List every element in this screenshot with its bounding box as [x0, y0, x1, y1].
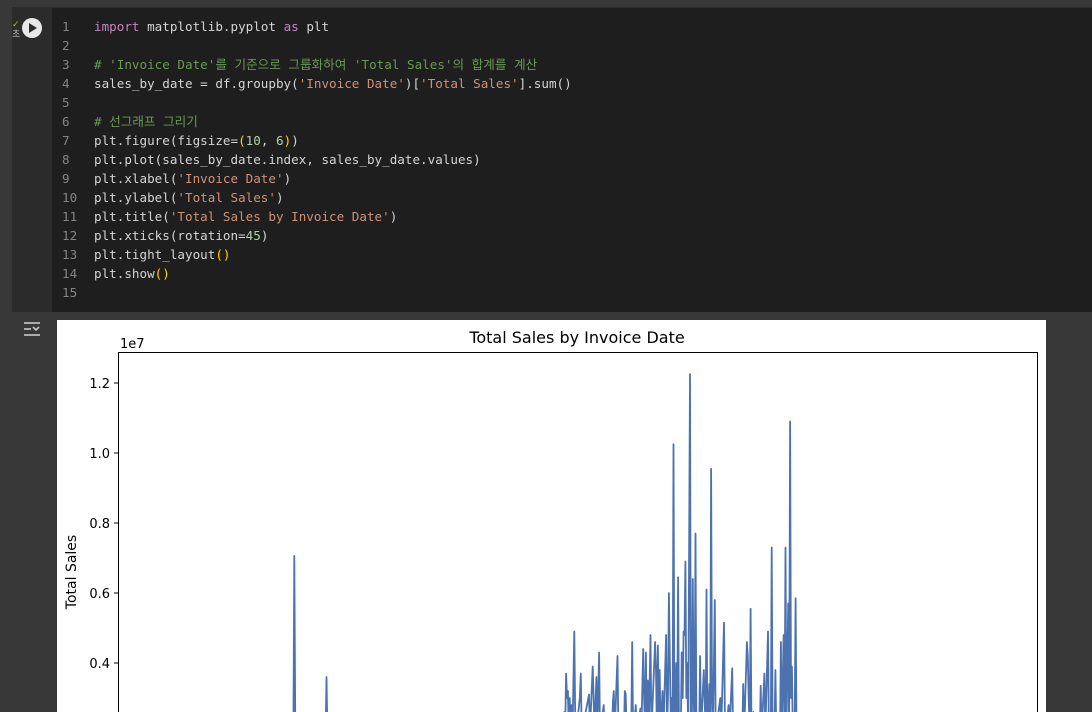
code-text[interactable]: plt.ylabel('Total Sales') — [94, 190, 284, 205]
line-number: 8 — [62, 152, 70, 167]
y-tick-label: 1.2 — [89, 377, 110, 392]
code-line[interactable]: 9 plt.xlabel('Invoice Date') — [52, 169, 1092, 188]
cell-gutter: ✓ 초 — [12, 8, 52, 313]
axes-frame — [118, 352, 1038, 712]
code-line[interactable]: 4 sales_by_date = df.groupby('Invoice Dat… — [52, 74, 1092, 93]
code-text[interactable]: plt.xticks(rotation=45) — [94, 228, 268, 243]
code-line[interactable]: 12 plt.xticks(rotation=45) — [52, 226, 1092, 245]
line-number: 1 — [62, 19, 70, 34]
code-text[interactable]: # 'Invoice Date'를 기준으로 그룹화하여 'Total Sale… — [94, 57, 537, 72]
code-line[interactable]: 11 plt.title('Total Sales by Invoice Date… — [52, 207, 1092, 226]
code-text[interactable]: plt.show() — [94, 266, 170, 281]
line-number: 15 — [62, 285, 78, 300]
code-line[interactable]: 1 import matplotlib.pyplot as plt — [52, 17, 1092, 36]
code-text[interactable]: import matplotlib.pyplot as plt — [94, 19, 329, 34]
check-icon: ✓ — [12, 20, 20, 30]
code-line[interactable]: 13 plt.tight_layout() — [52, 245, 1092, 264]
code-text[interactable]: # 선그래프 그리기 — [94, 114, 198, 129]
code-line[interactable]: 2 — [52, 36, 1092, 55]
code-editor[interactable]: 1 import matplotlib.pyplot as plt 2 3 # 'Inv… — [52, 17, 1092, 302]
line-number: 2 — [62, 38, 70, 53]
code-line[interactable]: 6 # 선그래프 그리기 — [52, 112, 1092, 131]
y-tick-label: 1.0 — [89, 447, 110, 462]
line-number: 7 — [62, 133, 70, 148]
y-tick-label: 0.8 — [89, 517, 110, 532]
run-cell-button[interactable] — [22, 18, 42, 38]
y-ticks: 0.4 0.6 0.8 1.0 1.2 — [89, 377, 119, 672]
chart-title: Total Sales by Invoice Date — [468, 328, 684, 347]
line-number: 12 — [62, 228, 78, 243]
sales-series-line — [292, 373, 798, 712]
line-number: 9 — [62, 171, 70, 186]
line-number: 14 — [62, 266, 78, 281]
line-number: 13 — [62, 247, 78, 262]
code-line[interactable]: 15 — [52, 283, 1092, 302]
y-axis-offset-label: 1e7 — [120, 337, 145, 352]
line-number: 6 — [62, 114, 70, 129]
line-number: 11 — [62, 209, 78, 224]
y-tick-label: 0.4 — [89, 657, 110, 672]
code-line[interactable]: 3 # 'Invoice Date'를 기준으로 그룹화하여 'Total Sal… — [52, 55, 1092, 74]
code-line[interactable]: 7 plt.figure(figsize=(10, 6)) — [52, 131, 1092, 150]
code-text[interactable]: plt.title('Total Sales by Invoice Date') — [94, 209, 397, 224]
code-line[interactable]: 5 — [52, 93, 1092, 112]
plot-area — [292, 373, 798, 712]
line-number: 4 — [62, 76, 70, 91]
line-number: 10 — [62, 190, 78, 205]
code-text[interactable]: plt.tight_layout() — [94, 247, 231, 262]
line-number: 5 — [62, 95, 70, 110]
code-line[interactable]: 8 plt.plot(sales_by_date.index, sales_by_… — [52, 150, 1092, 169]
line-chart: Total Sales by Invoice Date 1e7 Total Sa… — [64, 328, 1038, 712]
output-toggle-icon[interactable] — [22, 320, 42, 338]
y-tick-label: 0.6 — [89, 587, 110, 602]
code-text[interactable]: plt.plot(sales_by_date.index, sales_by_d… — [94, 152, 481, 167]
line-number: 3 — [62, 57, 70, 72]
code-text[interactable]: sales_by_date = df.groupby('Invoice Date… — [94, 76, 572, 91]
code-line[interactable]: 14 plt.show() — [52, 264, 1092, 283]
code-text[interactable]: plt.xlabel('Invoice Date') — [94, 171, 291, 186]
y-axis-label: Total Sales — [64, 535, 80, 610]
code-line[interactable]: 10 plt.ylabel('Total Sales') — [52, 188, 1092, 207]
code-cell[interactable]: ✓ 초 1 import matplotlib.pyplot as plt 2 3 # … — [12, 7, 1092, 313]
right-margin — [1046, 320, 1092, 712]
chart-output: Total Sales by Invoice Date 1e7 Total Sa… — [57, 320, 1046, 712]
code-text[interactable]: plt.figure(figsize=(10, 6)) — [94, 133, 299, 148]
top-strip — [0, 0, 1092, 7]
